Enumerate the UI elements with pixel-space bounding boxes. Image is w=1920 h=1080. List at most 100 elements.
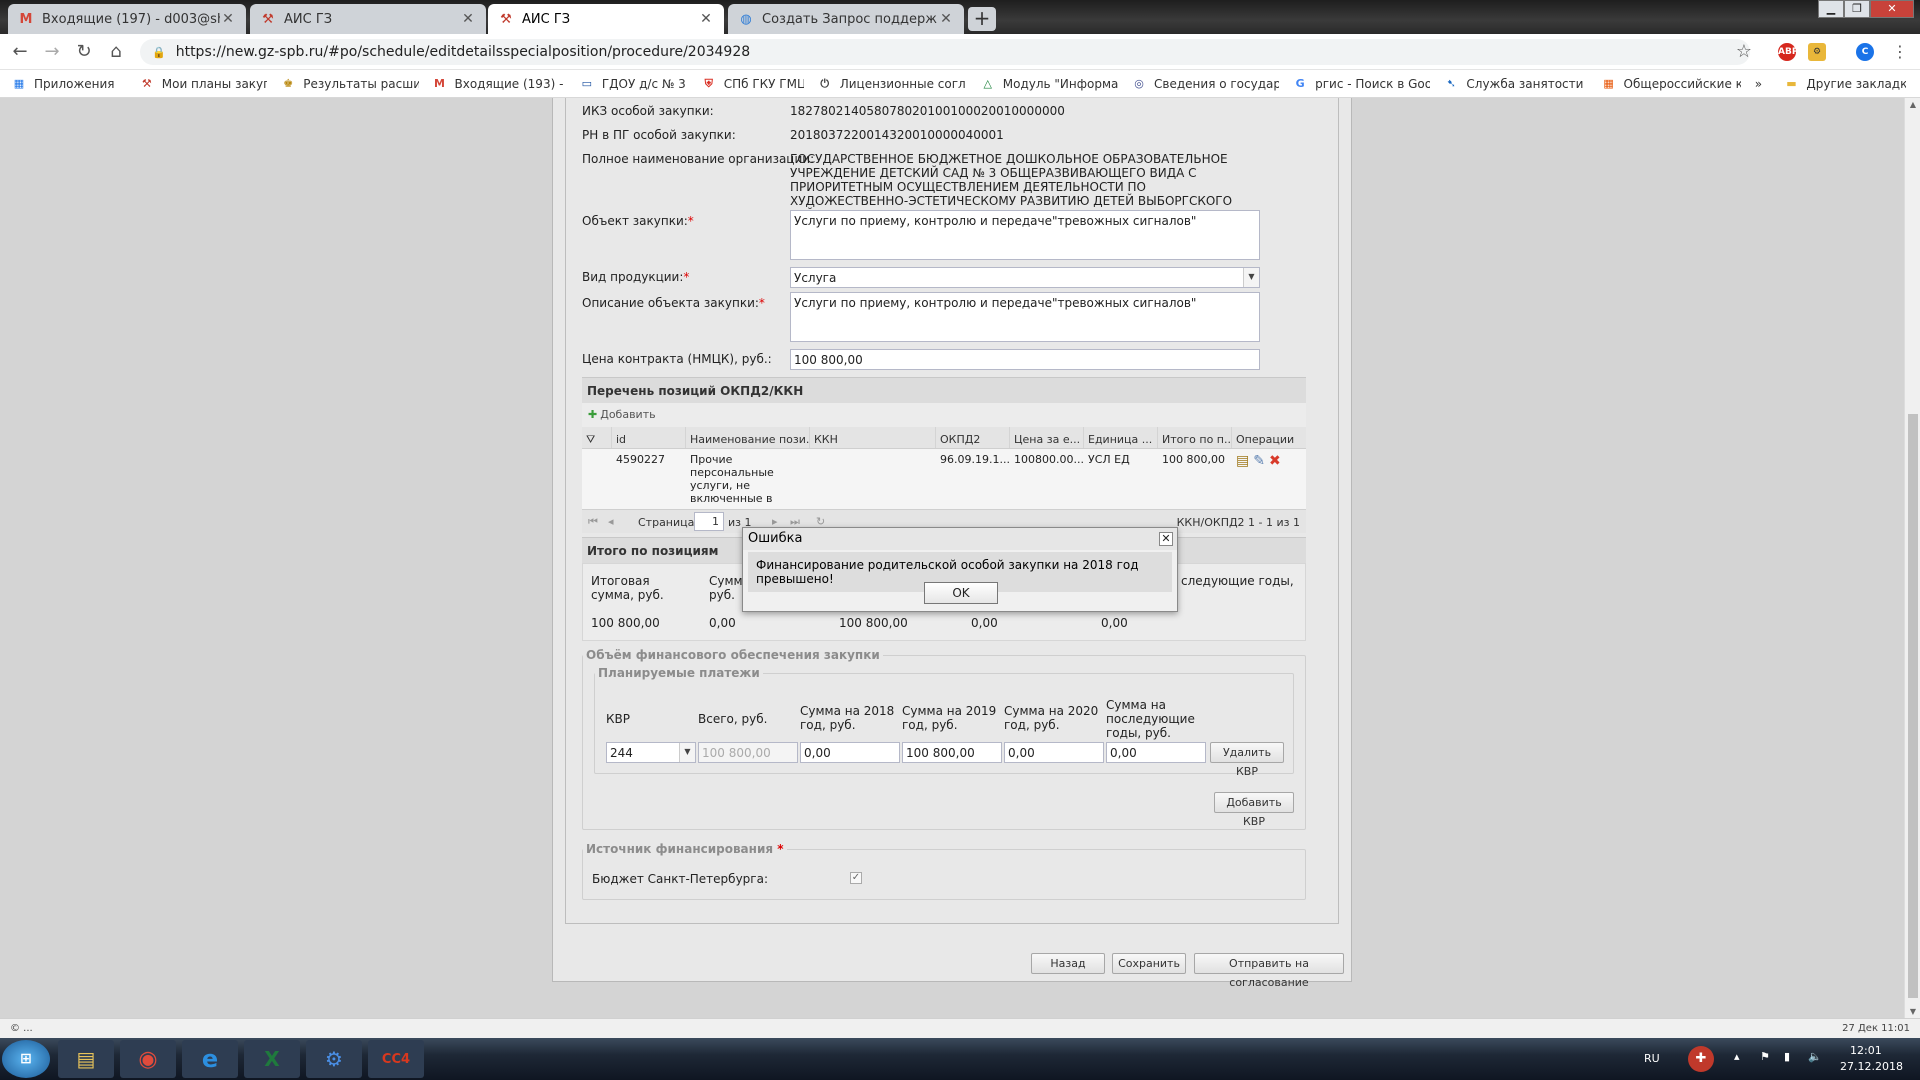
browser-tab[interactable]: ⚒ АИС ГЗ ✕ bbox=[250, 4, 486, 34]
y2018-input[interactable]: 0,00 bbox=[800, 742, 900, 763]
edit-pencil-icon[interactable]: ✎ bbox=[1253, 453, 1265, 505]
col-total[interactable]: Итого по п... bbox=[1158, 427, 1232, 448]
delete-icon[interactable]: ✖ bbox=[1269, 453, 1281, 505]
language-indicator[interactable]: RU bbox=[1644, 1052, 1660, 1065]
document-icon[interactable]: ▤ bbox=[1236, 453, 1249, 505]
back-arrow-icon[interactable]: ← bbox=[8, 40, 32, 64]
price-input[interactable]: 100 800,00 bbox=[790, 349, 1260, 370]
later-input[interactable]: 0,00 bbox=[1106, 742, 1206, 763]
product-select[interactable]: Услуга ▼ bbox=[790, 267, 1260, 288]
bookmark-item[interactable]: ⏻ Лицензионные согл bbox=[818, 77, 967, 91]
bookmark-item[interactable]: ▭ ГДОУ д/с № 3 bbox=[580, 77, 688, 91]
clock-time[interactable]: 12:01 bbox=[1850, 1044, 1882, 1057]
scrollbar-thumb[interactable] bbox=[1908, 414, 1918, 998]
bookmark-star-icon[interactable]: ☆ bbox=[1732, 40, 1756, 64]
minimize-button[interactable]: ▁ bbox=[1818, 0, 1844, 18]
tool-app-icon[interactable]: ⚙ bbox=[306, 1040, 362, 1078]
first-page-icon[interactable]: ⏮ bbox=[588, 515, 598, 529]
close-tab-icon[interactable]: ✕ bbox=[460, 11, 476, 27]
totals-value-4: 0,00 bbox=[971, 616, 998, 630]
new-tab-button[interactable]: + bbox=[968, 7, 996, 31]
other-bookmarks-folder[interactable]: ▬ Другие закладки bbox=[1784, 77, 1906, 91]
close-tab-icon[interactable]: ✕ bbox=[938, 11, 954, 27]
col-price[interactable]: Цена за е... bbox=[1010, 427, 1084, 448]
browser-tab-active[interactable]: ⚒ АИС ГЗ ✕ bbox=[488, 4, 724, 34]
browser-tab[interactable]: ◍ Создать Запрос поддержки - А ✕ bbox=[728, 4, 964, 34]
status-bar: © ... 27 Дек 11:01 bbox=[0, 1018, 1920, 1038]
description-textarea[interactable]: Услуги по приему, контролю и передаче"тр… bbox=[790, 292, 1260, 342]
close-tab-icon[interactable]: ✕ bbox=[220, 11, 236, 27]
object-textarea[interactable]: Услуги по приему, контролю и передаче"тр… bbox=[790, 210, 1260, 260]
network-icon[interactable]: ▮ bbox=[1784, 1050, 1790, 1063]
window-close-button[interactable]: ✕ bbox=[1870, 0, 1914, 18]
home-icon[interactable]: ⌂ bbox=[104, 40, 128, 64]
chrome-app-icon[interactable]: ◉ bbox=[120, 1040, 176, 1078]
cell-kkn bbox=[810, 449, 936, 509]
table-row[interactable]: 4590227 Прочие персональные услуги, не в… bbox=[582, 449, 1306, 509]
col-id[interactable]: id bbox=[612, 427, 686, 448]
bookmark-item[interactable]: ➷ Служба занятости н bbox=[1444, 77, 1588, 91]
filter-icon[interactable]: ⛛ bbox=[582, 427, 612, 448]
save-button[interactable]: Сохранить bbox=[1112, 953, 1186, 974]
browser-menu-icon[interactable]: ⋮ bbox=[1888, 40, 1912, 64]
price-label: Цена контракта (НМЦК), руб.: bbox=[582, 352, 772, 366]
extension-icon[interactable]: ⚙ bbox=[1808, 43, 1826, 61]
add-position-button[interactable]: ✚ Добавить bbox=[582, 403, 1306, 427]
col-okpd2[interactable]: ОКПД2 bbox=[936, 427, 1010, 448]
bookmark-item[interactable]: ⚒Мои планы закупок bbox=[140, 77, 267, 91]
budget-checkbox[interactable]: ✓ bbox=[850, 872, 862, 884]
tray-expand-icon[interactable]: ▴ bbox=[1734, 1050, 1740, 1063]
close-tab-icon[interactable]: ✕ bbox=[698, 11, 714, 27]
clock-date[interactable]: 27.12.2018 bbox=[1840, 1060, 1903, 1073]
send-for-approval-button[interactable]: Отправить на согласование bbox=[1194, 953, 1344, 989]
bookmark-item[interactable]: ♚Результаты расшире bbox=[281, 77, 418, 91]
pager-page-input[interactable]: 1 bbox=[694, 512, 724, 531]
pager-page-label: Страница bbox=[638, 516, 695, 529]
volume-icon[interactable]: 🔈 bbox=[1808, 1050, 1822, 1063]
forward-arrow-icon[interactable]: → bbox=[40, 40, 64, 64]
profile-avatar[interactable]: C bbox=[1856, 43, 1874, 61]
ie-app-icon[interactable]: e bbox=[182, 1040, 238, 1078]
bookmark-item[interactable]: ▦ Общероссийские кл bbox=[1602, 77, 1740, 91]
start-button[interactable]: ⊞ bbox=[2, 1040, 50, 1078]
col-kkn[interactable]: ККН bbox=[810, 427, 936, 448]
y2019-header: Сумма на 2019 год, руб. bbox=[902, 704, 997, 732]
close-icon[interactable]: ✕ bbox=[1159, 532, 1173, 546]
notification-app-icon[interactable]: ✚ bbox=[1688, 1046, 1714, 1072]
gmail-icon: M bbox=[434, 76, 445, 90]
col-unit[interactable]: Единица ... bbox=[1084, 427, 1158, 448]
maximize-button[interactable]: ❐ bbox=[1844, 0, 1870, 18]
desc-label: Описание объекта закупки:* bbox=[582, 296, 765, 310]
bookmark-item[interactable]: △ Модуль "Информац bbox=[981, 77, 1119, 91]
cc4-app-icon[interactable]: CC4 bbox=[368, 1040, 424, 1078]
y2020-input[interactable]: 0,00 bbox=[1004, 742, 1104, 763]
bookmark-item[interactable]: ⛨ СПб ГКУ ГМЦ bbox=[702, 77, 804, 91]
page-scrollbar[interactable]: ▲ ▼ bbox=[1904, 98, 1920, 1018]
form-inner: ИКЗ особой закупки: 18278021405807802010… bbox=[565, 98, 1339, 924]
delete-kvr-button[interactable]: Удалить КВР bbox=[1210, 742, 1284, 778]
add-kvr-button[interactable]: Добавить КВР bbox=[1214, 792, 1294, 828]
bookmark-item[interactable]: ◎ Сведения о государ bbox=[1132, 77, 1279, 91]
y2019-input[interactable]: 100 800,00 bbox=[902, 742, 1002, 763]
scroll-down-icon[interactable]: ▼ bbox=[1908, 1007, 1918, 1016]
flag-icon[interactable]: ⚑ bbox=[1760, 1050, 1770, 1063]
back-button[interactable]: Назад bbox=[1031, 953, 1105, 974]
address-bar[interactable]: 🔒 https://new.gz-spb.ru/#po/schedule/edi… bbox=[140, 39, 1750, 65]
reload-icon[interactable]: ↻ bbox=[72, 40, 96, 64]
bookmark-item[interactable]: MВходящие (193) - d0 bbox=[433, 77, 566, 91]
bookmark-item[interactable]: ▦ Приложения bbox=[12, 77, 126, 91]
more-bookmarks-button[interactable]: » bbox=[1755, 77, 1775, 91]
prev-page-icon[interactable]: ◂ bbox=[608, 515, 614, 528]
explorer-app-icon[interactable]: ▤ bbox=[58, 1040, 114, 1078]
excel-app-icon[interactable]: X bbox=[244, 1040, 300, 1078]
ikz-value: 182780214058078020100100020010000000 bbox=[790, 104, 1065, 118]
bookmark-item[interactable]: Gpгис - Поиск в Goog bbox=[1293, 77, 1431, 91]
browser-tab[interactable]: M Входящие (197) - d003@shko.la ✕ bbox=[8, 4, 246, 34]
scroll-up-icon[interactable]: ▲ bbox=[1908, 100, 1918, 109]
adblock-icon[interactable]: ABP bbox=[1778, 43, 1798, 61]
cell-id: 4590227 bbox=[616, 453, 665, 466]
kvr-select[interactable]: 244 ▼ bbox=[606, 742, 696, 763]
cell-price: 100800.00... bbox=[1014, 453, 1084, 466]
ok-button[interactable]: OK bbox=[924, 582, 998, 604]
col-name[interactable]: Наименование пози... bbox=[686, 427, 810, 448]
